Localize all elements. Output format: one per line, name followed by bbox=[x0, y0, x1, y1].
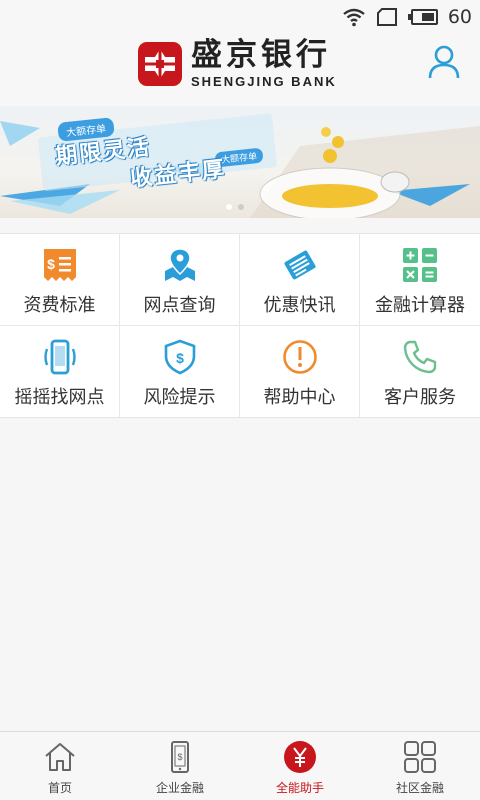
service-label: 资费标准 bbox=[23, 295, 96, 316]
status-bar: 60 bbox=[0, 0, 480, 34]
status-icons: 60 bbox=[342, 4, 472, 30]
svg-text:$: $ bbox=[47, 256, 55, 272]
grid-squares-icon bbox=[404, 741, 436, 773]
service-financial-calculator[interactable]: 金融计算器 bbox=[360, 234, 480, 326]
service-risk-warning[interactable]: $ 风险提示 bbox=[120, 325, 240, 417]
exclamation-circle-icon bbox=[282, 339, 317, 374]
service-label: 风险提示 bbox=[143, 386, 216, 408]
tab-label: 首页 bbox=[47, 781, 72, 795]
bottom-tab-bar: 首页 $ 企业金融 全能助手 社区金融 bbox=[0, 731, 480, 800]
svg-text:$: $ bbox=[176, 350, 184, 366]
shield-dollar-icon: $ bbox=[164, 339, 195, 374]
brand-name-en: SHENGJING BANK bbox=[191, 74, 337, 89]
tab-community-finance[interactable]: 社区金融 bbox=[360, 732, 480, 800]
service-customer-service[interactable]: 客户服务 bbox=[360, 326, 480, 418]
tab-all-in-one-assistant[interactable]: 全能助手 bbox=[240, 732, 360, 800]
sim-card-icon bbox=[376, 8, 397, 26]
fee-receipt-icon: $ bbox=[43, 249, 76, 281]
service-promotions-news[interactable]: 优惠快讯 bbox=[240, 234, 360, 326]
tab-label: 社区金融 bbox=[395, 781, 444, 795]
service-fee-standard[interactable]: $ 资费标准 bbox=[0, 234, 120, 326]
map-pin-icon bbox=[164, 248, 195, 281]
banner-dot[interactable] bbox=[238, 204, 244, 210]
service-label: 网点查询 bbox=[143, 295, 216, 316]
banner-pagination bbox=[226, 204, 244, 210]
calculator-icon bbox=[403, 248, 437, 282]
service-help-center[interactable]: 帮助中心 bbox=[240, 325, 360, 417]
service-label: 摇摇找网点 bbox=[14, 386, 105, 408]
home-icon bbox=[45, 743, 75, 771]
wifi-icon bbox=[343, 8, 365, 27]
newspaper-icon bbox=[283, 250, 316, 280]
bank-logo-icon bbox=[138, 42, 182, 86]
app-header: 盛京银行 SHENGJING BANK bbox=[0, 34, 480, 106]
shake-phone-icon bbox=[43, 339, 76, 374]
banner-dot-active[interactable] bbox=[226, 204, 232, 210]
svg-text:$: $ bbox=[177, 752, 182, 762]
tab-corporate-finance[interactable]: $ 企业金融 bbox=[120, 732, 240, 800]
bank-logo: 盛京银行 SHENGJING BANK bbox=[137, 40, 337, 88]
yuan-circle-icon bbox=[284, 741, 316, 773]
tab-label: 企业金融 bbox=[155, 781, 204, 795]
promo-banner[interactable]: 大额存单 期限灵活 大额存单 收益丰厚 bbox=[0, 106, 480, 218]
service-label: 金融计算器 bbox=[375, 295, 465, 316]
service-shake-find-branch[interactable]: 摇摇找网点 bbox=[0, 325, 120, 417]
phone-handset-icon bbox=[403, 340, 437, 373]
service-branch-search[interactable]: 网点查询 bbox=[120, 234, 240, 326]
service-grid: $ 资费标准 网点查询 优惠快讯 金融计算器 摇摇找网点 $ 风险提示 帮助中心… bbox=[0, 233, 480, 418]
user-profile-button[interactable] bbox=[428, 44, 460, 80]
service-label: 优惠快讯 bbox=[263, 295, 336, 316]
brand-name-cn: 盛京银行 bbox=[191, 37, 331, 73]
battery-level: 60 bbox=[447, 6, 472, 28]
phone-dollar-icon: $ bbox=[171, 741, 189, 773]
battery-icon bbox=[407, 9, 438, 25]
user-icon bbox=[428, 45, 460, 79]
service-label: 帮助中心 bbox=[263, 386, 336, 408]
service-label: 客户服务 bbox=[384, 386, 456, 408]
tab-label: 全能助手 bbox=[275, 781, 324, 795]
tab-home[interactable]: 首页 bbox=[0, 732, 120, 800]
